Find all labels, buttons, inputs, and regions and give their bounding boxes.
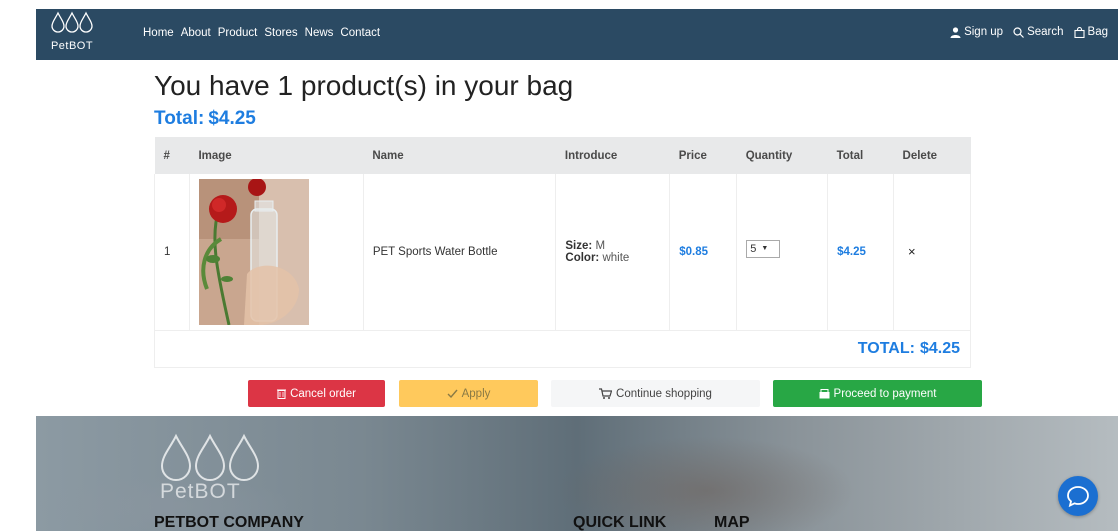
footer-map-heading: MAP: [714, 514, 750, 531]
size-value: M: [595, 239, 606, 252]
bag-icon: [1073, 26, 1085, 38]
product-image[interactable]: [198, 178, 309, 325]
column-header-index: #: [154, 137, 190, 174]
trash-icon: [277, 389, 287, 399]
nav-link-stores[interactable]: Stores: [264, 27, 297, 39]
dropdown-arrow-icon: ▼: [761, 245, 769, 253]
page-title: You have 1 product(s) in your bag: [154, 70, 574, 101]
quantity-value: 5: [750, 242, 757, 255]
row-price: $0.85: [669, 174, 737, 330]
nav-link-product[interactable]: Product: [218, 27, 258, 39]
search-icon: [1013, 26, 1025, 38]
grand-total-value: $4.25: [919, 340, 960, 357]
continue-shopping-label: Continue shopping: [616, 387, 712, 400]
signup-link[interactable]: Sign up: [950, 26, 1003, 38]
proceed-to-payment-label: Proceed to payment: [833, 387, 937, 400]
color-value: white: [602, 251, 630, 264]
size-label: Size:: [565, 239, 593, 252]
row-delete: ×: [893, 174, 971, 330]
column-header-quantity: Quantity: [736, 137, 828, 174]
column-header-price: Price: [669, 137, 737, 174]
row-index: 1: [154, 174, 190, 330]
size-line: Size: M: [565, 240, 660, 252]
navbar-bar: PetBOT Home About Product Stores News Co…: [36, 9, 1118, 60]
row-price-value: $0.85: [679, 245, 709, 258]
column-header-total: Total: [827, 137, 894, 174]
apply-button[interactable]: Apply: [399, 380, 538, 407]
row-total-value: $4.25: [837, 245, 866, 258]
table-header-row: # Image Name Introduce Price Quantity To…: [154, 137, 971, 174]
footer-brand-name: PetBOT: [160, 480, 241, 503]
color-label: Color:: [565, 251, 600, 264]
wallet-icon: [819, 388, 830, 398]
check-icon: [447, 389, 458, 398]
column-header-introduce: Introduce: [555, 137, 670, 174]
nav-links: Home About Product Stores News Contact: [143, 27, 387, 39]
table-row: 1 PET Sports Water Bottle Size: M Color:…: [154, 174, 971, 330]
bag-label: Bag: [1087, 26, 1108, 38]
row-product-name[interactable]: PET Sports Water Bottle: [362, 174, 556, 330]
nav-link-home[interactable]: Home: [143, 27, 174, 39]
column-header-delete: Delete: [893, 137, 971, 174]
user-icon: [950, 26, 961, 38]
footer: PetBOT PETBOT COMPANY QUICK LINK MAP: [36, 416, 1118, 531]
cart-table: # Image Name Introduce Price Quantity To…: [154, 137, 971, 331]
cart-icon: [599, 388, 613, 399]
chat-button[interactable]: [1058, 476, 1098, 516]
color-line: Color: white: [565, 252, 660, 264]
navbar: PetBOT Home About Product Stores News Co…: [0, 0, 1118, 62]
cancel-order-label: Cancel order: [290, 387, 356, 400]
cart-total-summary: Total: $4.25: [154, 108, 256, 130]
quantity-select[interactable]: 5 ▼: [746, 239, 781, 258]
footer-company-heading: PETBOT COMPANY: [154, 514, 304, 531]
cancel-order-button[interactable]: Cancel order: [248, 380, 385, 407]
row-total: $4.25: [827, 174, 894, 330]
row-quantity: 5 ▼: [736, 174, 828, 330]
cart-total-label: Total:: [154, 108, 205, 129]
drops-logo-icon: [51, 11, 93, 33]
nav-link-news[interactable]: News: [305, 27, 334, 39]
brand-logo[interactable]: PetBOT: [46, 11, 98, 55]
delete-item-button[interactable]: ×: [908, 244, 916, 259]
cart-total-value: $4.25: [208, 108, 256, 129]
continue-shopping-button[interactable]: Continue shopping: [551, 380, 760, 407]
proceed-to-payment-button[interactable]: Proceed to payment: [773, 380, 982, 407]
brand-name: PetBOT: [50, 40, 94, 52]
nav-right: Sign up Search Bag: [950, 26, 1108, 38]
grand-total-label: TOTAL:: [857, 340, 915, 357]
signup-label: Sign up: [964, 26, 1004, 38]
bag-link[interactable]: Bag: [1073, 26, 1108, 38]
column-header-name: Name: [363, 137, 556, 174]
footer-quick-link-heading: QUICK LINK: [573, 514, 667, 531]
chat-icon: [1067, 486, 1089, 507]
grand-total: TOTAL: $4.25: [858, 340, 960, 358]
apply-label: Apply: [461, 387, 491, 400]
nav-link-contact[interactable]: Contact: [340, 27, 380, 39]
column-header-image: Image: [189, 137, 364, 174]
nav-link-about[interactable]: About: [181, 27, 211, 39]
grand-total-row: TOTAL: $4.25: [154, 330, 971, 368]
row-image-cell: [188, 174, 364, 330]
search-link[interactable]: Search: [1013, 26, 1064, 38]
search-label: Search: [1027, 26, 1064, 38]
row-introduce: Size: M Color: white: [555, 174, 670, 330]
